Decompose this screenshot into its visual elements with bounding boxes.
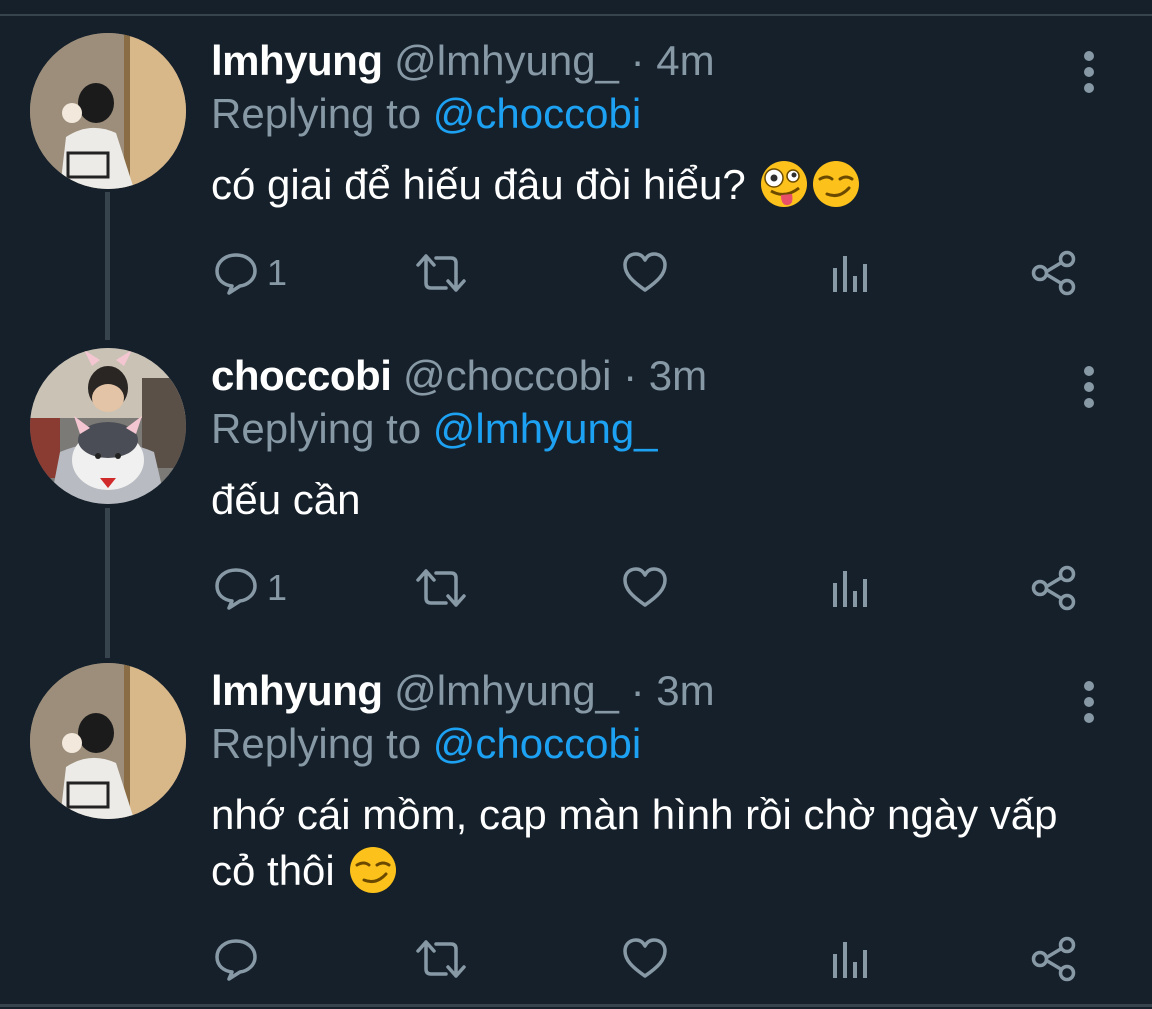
separator: · [630,37,645,84]
analytics-button[interactable] [830,929,870,989]
reply-icon [215,939,257,981]
more-icon [1084,51,1094,93]
retweet-button[interactable] [414,558,468,618]
replying-to-label: Replying to [211,90,422,137]
tweet-text-content: nhớ cái mồm, cap màn hình rồi chờ ngày v… [211,791,1058,894]
reply-button[interactable]: 1 [213,558,287,618]
avatar-photo [30,33,186,189]
retweet-icon [416,254,466,292]
share-button[interactable] [1030,243,1078,303]
bottom-divider [0,1004,1152,1007]
tweet-header: lmhyung @lmhyung_ · 4m [211,35,715,87]
replying-to: Replying to @choccobi [211,718,641,770]
analytics-icon [833,256,867,292]
reply-count: 1 [267,567,288,608]
more-icon [1084,366,1094,408]
share-icon [1031,936,1076,982]
mention-link[interactable]: @choccobi [433,720,641,767]
share-button[interactable] [1030,558,1078,618]
handle[interactable]: @lmhyung_ [394,667,619,714]
separator: · [623,352,638,399]
avatar[interactable] [30,348,186,504]
more-icon [1084,681,1094,723]
smirk-face-emoji [811,159,861,223]
analytics-icon [833,571,867,607]
action-bar: 1 [0,243,1152,303]
smirk-face-emoji [348,845,398,909]
retweet-button[interactable] [414,243,468,303]
display-name[interactable]: lmhyung [211,37,383,84]
action-bar: 1 [0,558,1152,618]
tweet[interactable]: lmhyung @lmhyung_ · 4m Replying to @choc… [0,33,1152,303]
replying-to-label: Replying to [211,405,422,452]
analytics-button[interactable] [830,243,870,303]
display-name[interactable]: choccobi [211,352,392,399]
zany-face-emoji [759,159,809,223]
tweet-header: choccobi @choccobi · 3m [211,350,707,402]
handle[interactable]: @choccobi [403,352,611,399]
tweet-header: lmhyung @lmhyung_ · 3m [211,665,715,717]
reply-button[interactable]: 1 [213,243,287,303]
avatar[interactable] [30,33,186,189]
tweet[interactable]: lmhyung @lmhyung_ · 3m Replying to @choc… [0,663,1152,993]
mention-link[interactable]: @lmhyung_ [433,405,658,452]
separator: · [630,667,645,714]
tweet-text: đếu cần [211,472,1091,528]
action-bar [0,929,1152,989]
top-divider [0,14,1152,16]
timestamp[interactable]: 4m [656,37,714,84]
more-button[interactable] [1072,362,1106,412]
retweet-button[interactable] [414,929,468,989]
tweet-text: có giai để hiếu đâu đòi hiểu? [211,157,1091,223]
like-button[interactable] [622,929,668,989]
timestamp[interactable]: 3m [656,667,714,714]
like-button[interactable] [622,243,668,303]
tweet-text-content: đếu cần [211,476,361,523]
more-button[interactable] [1072,677,1106,727]
tweet-text: nhớ cái mồm, cap màn hình rồi chờ ngày v… [211,787,1071,909]
mention-link[interactable]: @choccobi [433,90,641,137]
more-button[interactable] [1072,47,1106,97]
avatar-photo [30,348,186,504]
tweet-text-content: có giai để hiếu đâu đòi hiểu? [211,161,746,208]
share-button[interactable] [1030,929,1078,989]
reply-button[interactable] [213,929,267,989]
retweet-icon [416,569,466,607]
like-icon [623,252,667,292]
tweet[interactable]: choccobi @choccobi · 3m Replying to @lmh… [0,348,1152,618]
retweet-icon [416,940,466,978]
analytics-button[interactable] [830,558,870,618]
replying-to-label: Replying to [211,720,422,767]
like-icon [623,938,667,978]
reply-icon [215,253,257,295]
replying-to: Replying to @choccobi [211,88,641,140]
avatar-photo [30,663,186,819]
replying-to: Replying to @lmhyung_ [211,403,658,455]
reply-icon [215,568,257,610]
like-button[interactable] [622,558,668,618]
avatar[interactable] [30,663,186,819]
timestamp[interactable]: 3m [649,352,707,399]
handle[interactable]: @lmhyung_ [394,37,619,84]
like-icon [623,567,667,607]
share-icon [1031,250,1076,296]
share-icon [1031,565,1076,611]
display-name[interactable]: lmhyung [211,667,383,714]
analytics-icon [833,942,867,978]
reply-count: 1 [267,252,288,293]
